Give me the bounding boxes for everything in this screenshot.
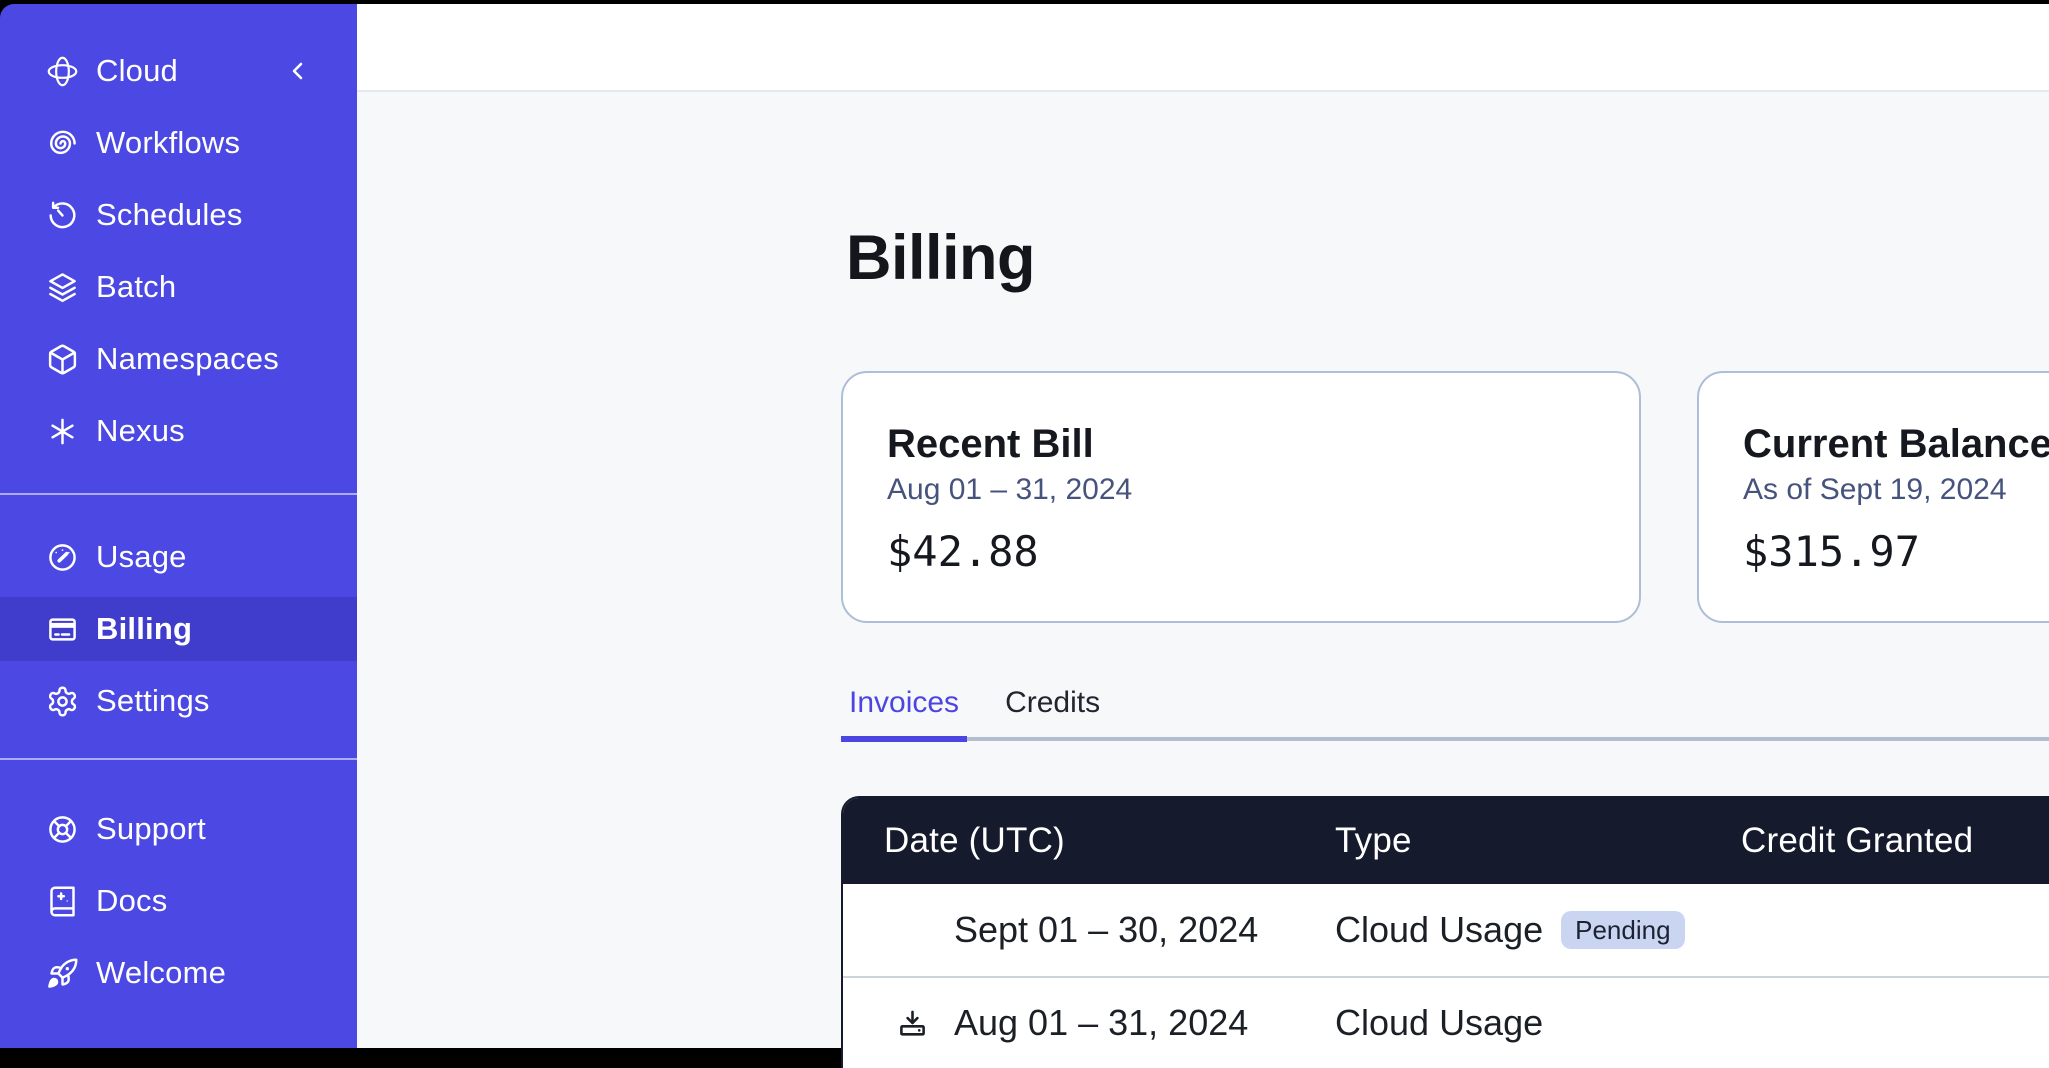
sidebar-item-namespaces[interactable]: Namespaces	[0, 327, 357, 391]
asterisk-icon	[46, 415, 79, 448]
sidebar-item-label: Billing	[96, 611, 192, 647]
page-title: Billing	[846, 218, 2049, 298]
card-amount: $42.88	[887, 526, 1595, 578]
card-amount: $315.97	[1743, 526, 2049, 578]
spiral-icon	[46, 127, 79, 160]
column-header-type: Type	[1335, 821, 1741, 861]
sidebar-item-docs[interactable]: Docs	[0, 869, 357, 933]
credit-card-icon	[46, 613, 79, 646]
sidebar-divider	[0, 493, 357, 495]
sidebar-item-label: Nexus	[96, 413, 185, 449]
rocket-icon	[46, 957, 79, 990]
card-title: Recent Bill	[887, 418, 1595, 470]
card-subtitle: As of Sept 19, 2024	[1743, 470, 2049, 510]
icon-placeholder	[897, 915, 928, 946]
life-buoy-icon	[46, 813, 79, 846]
summary-cards: Recent Bill Aug 01 – 31, 2024 $42.88 Cur…	[841, 371, 2049, 623]
sidebar-item-label: Workflows	[96, 125, 240, 161]
sidebar-item-label: Cloud	[96, 53, 178, 89]
sidebar-item-welcome[interactable]: Welcome	[0, 941, 357, 1005]
sidebar: Cloud Workflows Schedules	[0, 4, 357, 1048]
sidebar-item-batch[interactable]: Batch	[0, 255, 357, 319]
sidebar-item-cloud[interactable]: Cloud	[0, 39, 357, 103]
invoice-type: Cloud Usage	[1335, 1002, 1543, 1044]
tab-credits[interactable]: Credits	[997, 676, 1108, 742]
sidebar-item-label: Welcome	[96, 955, 226, 991]
sidebar-item-schedules[interactable]: Schedules	[0, 183, 357, 247]
status-badge: Pending	[1561, 911, 1684, 949]
sidebar-item-settings[interactable]: Settings	[0, 669, 357, 733]
invoice-date: Aug 01 – 31, 2024	[954, 1002, 1248, 1044]
card-subtitle: Aug 01 – 31, 2024	[887, 470, 1595, 510]
invoices-table: Date (UTC) Type Credit Granted Sept 01 –…	[841, 796, 2049, 1068]
gauge-icon	[46, 541, 79, 574]
table-header-row: Date (UTC) Type Credit Granted	[843, 798, 2049, 884]
cloud-orbit-icon	[46, 55, 79, 88]
card-title: Current Balance	[1743, 418, 2049, 470]
top-bar	[357, 4, 2049, 92]
layers-icon	[46, 271, 79, 304]
sidebar-item-label: Schedules	[96, 197, 243, 233]
billing-content: Billing Recent Bill Aug 01 – 31, 2024 $4…	[357, 218, 2049, 1068]
sidebar-item-label: Docs	[96, 883, 167, 919]
sidebar-item-label: Settings	[96, 683, 210, 719]
sidebar-item-nexus[interactable]: Nexus	[0, 399, 357, 463]
cube-icon	[46, 343, 79, 376]
gear-icon	[46, 685, 79, 718]
sidebar-item-workflows[interactable]: Workflows	[0, 111, 357, 175]
sidebar-item-usage[interactable]: Usage	[0, 525, 357, 589]
recent-bill-card: Recent Bill Aug 01 – 31, 2024 $42.88	[841, 371, 1641, 623]
chevron-left-icon[interactable]	[286, 57, 310, 85]
sidebar-item-support[interactable]: Support	[0, 797, 357, 861]
table-row[interactable]: Sept 01 – 30, 2024 Cloud Usage Pending	[843, 884, 2049, 976]
sidebar-item-billing[interactable]: Billing	[0, 597, 357, 661]
column-header-date: Date (UTC)	[843, 821, 1335, 861]
book-sparkle-icon	[46, 885, 79, 918]
sidebar-item-label: Namespaces	[96, 341, 279, 377]
main-area: Billing Recent Bill Aug 01 – 31, 2024 $4…	[357, 4, 2049, 1048]
sidebar-item-label: Support	[96, 811, 206, 847]
tab-invoices[interactable]: Invoices	[841, 676, 967, 742]
sidebar-item-label: Usage	[96, 539, 187, 575]
column-header-credit: Credit Granted	[1741, 821, 2049, 861]
invoice-date: Sept 01 – 30, 2024	[954, 909, 1258, 951]
download-icon[interactable]	[897, 1008, 928, 1039]
billing-tabs: Invoices Credits	[841, 676, 2049, 741]
table-row[interactable]: Aug 01 – 31, 2024 Cloud Usage	[843, 976, 2049, 1068]
sidebar-item-label: Batch	[96, 269, 176, 305]
sidebar-divider	[0, 758, 357, 760]
current-balance-card: Current Balance As of Sept 19, 2024 $315…	[1697, 371, 2049, 623]
invoice-type: Cloud Usage	[1335, 909, 1543, 951]
clock-history-icon	[46, 199, 79, 232]
